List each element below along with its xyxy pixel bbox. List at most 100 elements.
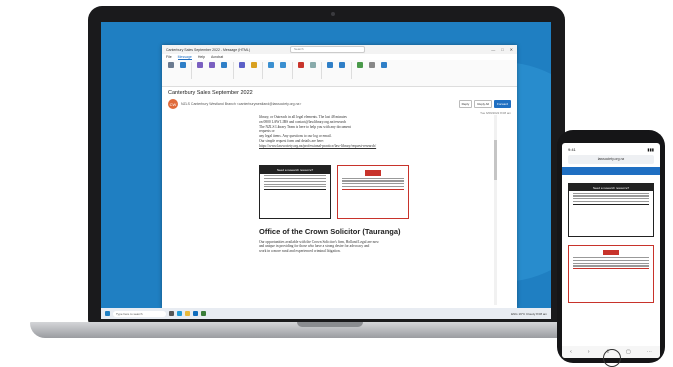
forward-icon	[221, 62, 227, 68]
tab-file[interactable]: File	[166, 55, 172, 59]
reply-icon	[197, 62, 203, 68]
start-icon[interactable]	[105, 311, 110, 316]
phone-flyer-research[interactable]: Need a research resource?	[568, 183, 654, 237]
phone-flyer-title: Need a research resource?	[569, 184, 653, 191]
read-aloud-button[interactable]	[326, 62, 335, 77]
laptop-camera	[331, 12, 335, 16]
phone-time: 9:41	[568, 146, 576, 152]
zoom-button[interactable]	[355, 62, 364, 77]
rules-button[interactable]	[279, 62, 288, 77]
archive-button[interactable]	[178, 62, 187, 77]
tabs-icon[interactable]: ▢	[626, 349, 631, 355]
zoom-icon	[356, 62, 363, 68]
close-button[interactable]: ✕	[510, 47, 513, 52]
flyer-text-line	[342, 188, 404, 190]
taskbar-search[interactable]: Type here to search	[113, 310, 166, 317]
sender-row: CW NZLS Canterbury Westland Branch <cant…	[168, 99, 511, 109]
ribbon-divider	[232, 62, 233, 79]
flyer-text-line	[264, 183, 326, 185]
flyer-text-line	[573, 262, 649, 264]
flyer-text-line	[342, 185, 404, 188]
edge-icon[interactable]	[177, 311, 182, 316]
flyer-text-line	[342, 177, 404, 179]
delete-icon	[167, 62, 174, 68]
outlook-icon[interactable]	[193, 311, 198, 316]
signal-icon: ▮▮▮	[647, 146, 654, 152]
quick-steps-button[interactable]	[249, 62, 258, 77]
flyer-title: Need a research resource?	[260, 165, 330, 174]
search-icon	[368, 62, 375, 68]
window-controls: — □ ✕	[491, 47, 513, 52]
ribbon-divider	[262, 62, 263, 79]
avatar: CW	[168, 99, 178, 109]
windows-taskbar: Type here to search ENG 19°C Cloudy 8:08…	[101, 308, 551, 319]
reply-all-button[interactable]: Reply All	[474, 100, 492, 108]
sender-name: NZLS Canterbury Westland Branch <canterb…	[181, 102, 302, 106]
system-tray[interactable]: ENG 19°C Cloudy 8:08 am	[511, 312, 547, 316]
delete-button[interactable]	[166, 62, 175, 77]
laptop-opening-notch	[297, 322, 363, 327]
forward-ribbon-button[interactable]	[220, 62, 229, 77]
flyer-text-line	[573, 203, 649, 205]
flyer-advert[interactable]	[337, 164, 409, 219]
section-heading: Office of the Crown Solicitor (Tauranga)	[259, 226, 401, 236]
category-icon	[309, 62, 316, 68]
request-link[interactable]: https://www.lawsociety.org.nz/profession…	[259, 144, 409, 149]
translate-icon	[339, 62, 345, 68]
flyer-text-line	[264, 186, 326, 188]
view-people-button[interactable]	[379, 62, 388, 77]
tab-message[interactable]: Message	[177, 55, 192, 60]
laptop-screen: Canterbury Sales September 2022 - Messag…	[101, 22, 551, 319]
search-input[interactable]: Search	[290, 46, 366, 53]
minimize-button[interactable]: —	[491, 47, 495, 52]
message-body: library, or Outreach in all legal elemen…	[259, 115, 409, 308]
flyer-logo	[603, 250, 619, 255]
categorize-button[interactable]	[308, 62, 317, 77]
flyer-research[interactable]: Need a research resource?	[259, 164, 331, 219]
flyer-text-line	[573, 257, 649, 259]
quick-steps-icon	[250, 62, 257, 68]
back-icon[interactable]: ‹	[570, 349, 572, 355]
reply-all-icon	[209, 62, 215, 68]
move-icon	[268, 62, 274, 68]
phone-mail-toolbar	[562, 167, 660, 175]
ribbon-divider	[321, 62, 322, 79]
archive-icon	[179, 62, 186, 68]
phone-home-button[interactable]	[603, 349, 621, 367]
read-aloud-icon	[327, 62, 333, 68]
reply-ribbon-button[interactable]	[196, 62, 205, 77]
phone-screen: 9:41 ▮▮▮ lawsociety.org.nz Need a resear…	[562, 143, 660, 358]
message-actions: Reply Reply All Forward	[458, 100, 511, 108]
ribbon-toolbar	[162, 60, 517, 87]
forward-button[interactable]: Forward	[493, 100, 511, 108]
flag-icon	[297, 62, 304, 68]
tags-button[interactable]	[296, 62, 305, 77]
scrollbar-thumb[interactable]	[494, 140, 497, 180]
forward-icon[interactable]: ›	[588, 349, 590, 355]
flyer-text-line	[342, 183, 404, 185]
tab-acrobat[interactable]: Acrobat	[211, 55, 223, 59]
file-explorer-icon[interactable]	[185, 311, 190, 316]
teams-icon	[238, 62, 245, 68]
teams-button[interactable]	[237, 62, 246, 77]
flyer-text-line	[264, 177, 326, 180]
flyer-text-line	[342, 180, 404, 182]
find-button[interactable]	[367, 62, 376, 77]
maximize-button[interactable]: □	[501, 47, 503, 52]
phone-url-bar[interactable]: lawsociety.org.nz	[568, 155, 654, 164]
translate-button[interactable]	[338, 62, 347, 77]
rules-icon	[280, 62, 286, 68]
ribbon-divider	[191, 62, 192, 79]
message-subject: Canterbury Sales September 2022	[168, 90, 253, 96]
reply-button[interactable]: Reply	[458, 100, 473, 108]
section-paragraph: work in a more rural and experienced cri…	[259, 249, 341, 254]
tab-help[interactable]: Help	[198, 55, 205, 59]
move-button[interactable]	[267, 62, 276, 77]
task-view-icon[interactable]	[169, 311, 174, 316]
window-title: Canterbury Sales September 2022 - Messag…	[166, 47, 251, 52]
store-icon[interactable]	[201, 311, 206, 316]
phone-flyer-advert[interactable]	[568, 245, 654, 303]
more-icon[interactable]: ⋯	[647, 349, 652, 355]
reply-all-ribbon-button[interactable]	[208, 62, 217, 77]
phone-status-bar: 9:41 ▮▮▮	[562, 143, 660, 155]
